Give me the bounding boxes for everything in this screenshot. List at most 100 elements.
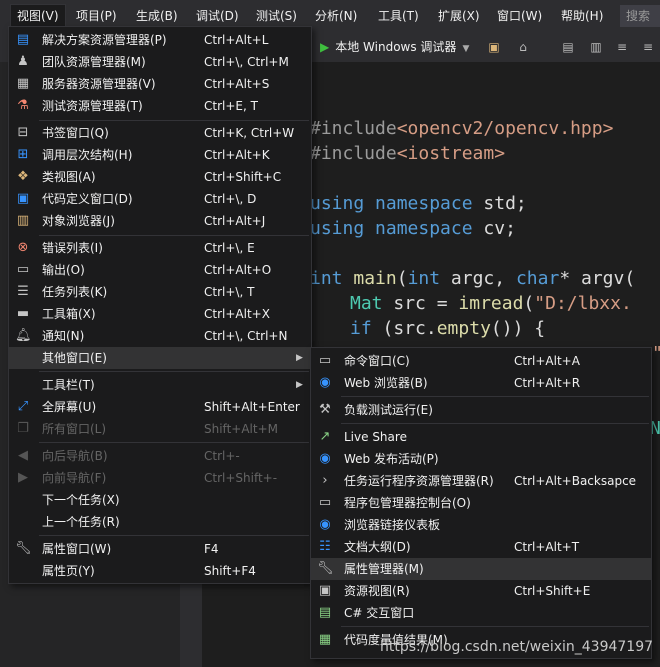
menu-item-output[interactable]: ▭ 输出(O) Ctrl+Alt+O <box>9 259 311 281</box>
menu-item-server-explorer[interactable]: ▦ 服务器资源管理器(V) Ctrl+Alt+S <box>9 73 311 95</box>
code-line: int main(int argc, char* argv( <box>310 268 636 289</box>
menu-item-notifications[interactable]: 🔔︎ 通知(N) Ctrl+\, Ctrl+N <box>9 325 311 347</box>
menu-debug[interactable]: 调试(D) <box>190 5 245 27</box>
resource-view-icon: ▣ <box>318 583 332 598</box>
menu-item-package-manager-console[interactable]: ▭ 程序包管理器控制台(O) <box>311 492 651 514</box>
menu-item-document-outline[interactable]: ☷ 文档大纲(D) Ctrl+Alt+T <box>311 536 651 558</box>
all-windows-icon: ❐ <box>17 421 29 436</box>
menu-item-solution-explorer[interactable]: ▤ 解决方案资源管理器(P) Ctrl+Alt+L <box>9 29 311 51</box>
menu-item-web-publish[interactable]: ◉ Web 发布活动(P) <box>311 448 651 470</box>
menu-item-test-explorer[interactable]: ⚗ 测试资源管理器(T) Ctrl+E, T <box>9 95 311 117</box>
menu-item-task-list[interactable]: ☰ 任务列表(K) Ctrl+\, T <box>9 281 311 303</box>
menu-separator <box>39 120 309 121</box>
menu-item-navigate-back[interactable]: ◀ 向后导航(B) Ctrl+- <box>9 445 311 467</box>
menu-test[interactable]: 测试(S) <box>250 5 303 27</box>
menu-item-class-view[interactable]: ❖ 类视图(A) Ctrl+Shift+C <box>9 166 311 188</box>
menu-item-navigate-forward[interactable]: ▶ 向前导航(F) Ctrl+Shift+- <box>9 467 311 489</box>
menu-separator <box>39 235 309 236</box>
run-target-label: 本地 Windows 调试器 <box>335 40 457 54</box>
browser-link-icon: ◉ <box>319 517 331 532</box>
menu-separator <box>39 371 309 372</box>
properties-window-icon: 🔧︎ <box>15 541 32 556</box>
menu-item-web-browser[interactable]: ◉ Web 浏览器(B) Ctrl+Alt+R <box>311 372 651 394</box>
solution-explorer-icon: ▤ <box>16 32 30 47</box>
call-hierarchy-icon: ⊞ <box>17 147 29 162</box>
load-test-icon: ⚒ <box>319 402 331 417</box>
package-manager-icon: ▭ <box>318 495 332 510</box>
menu-item-load-test-run[interactable]: ⚒ 负载测试运行(E) <box>311 399 651 421</box>
code-fragment: " <box>652 343 660 364</box>
code-line: #include<opencv2/opencv.hpp> <box>310 118 614 139</box>
comment-icon[interactable]: ≡ <box>614 39 630 55</box>
code-line: Mat src = imread("D:/lbxx. <box>350 293 632 314</box>
uncomment-icon[interactable]: ≡ <box>640 39 656 55</box>
navigate-back-icon: ◀ <box>18 448 28 463</box>
web-publish-icon: ◉ <box>319 451 331 466</box>
menu-item-bookmark-window[interactable]: ⊟ 书签窗口(Q) Ctrl+K, Ctrl+W <box>9 122 311 144</box>
menu-item-toolbox[interactable]: ▬ 工具箱(X) Ctrl+Alt+X <box>9 303 311 325</box>
menu-separator <box>341 626 649 627</box>
tool-icon[interactable]: ▥ <box>588 39 604 55</box>
error-list-icon: ⊗ <box>17 240 29 255</box>
menu-item-fullscreen[interactable]: ⤢ 全屏幕(U) Shift+Alt+Enter <box>9 396 311 418</box>
menu-item-live-share[interactable]: ↗ Live Share <box>311 426 651 448</box>
command-window-icon: ▭ <box>318 353 332 368</box>
tool-icon[interactable]: ▤ <box>560 39 576 55</box>
csharp-interactive-icon: ▤ <box>318 605 332 620</box>
live-share-icon: ↗ <box>319 429 331 444</box>
menu-analyze[interactable]: 分析(N) <box>309 5 363 27</box>
notification-icon: 🔔︎ <box>15 328 32 343</box>
menu-item-code-definition[interactable]: ▣ 代码定义窗口(D) Ctrl+\, D <box>9 188 311 210</box>
menu-item-property-pages[interactable]: 属性页(Y) Shift+F4 <box>9 560 311 582</box>
menu-project[interactable]: 项目(P) <box>70 5 123 27</box>
task-list-icon: ☰ <box>17 284 29 299</box>
code-line: #include<iostream> <box>310 143 506 164</box>
menu-item-csharp-interactive[interactable]: ▤ C# 交互窗口 <box>311 602 651 624</box>
object-browser-icon: ▥ <box>16 213 30 228</box>
menu-item-properties-window[interactable]: 🔧︎ 属性窗口(W) F4 <box>9 538 311 560</box>
menu-item-browser-link-dashboard[interactable]: ◉ 浏览器链接仪表板 <box>311 514 651 536</box>
view-menu-dropdown: ▤ 解决方案资源管理器(P) Ctrl+Alt+L ♟ 团队资源管理器(M) Ctrl+… <box>8 26 312 584</box>
menu-item-next-task[interactable]: 下一个任务(X) <box>9 489 311 511</box>
play-icon: ▶ <box>320 40 330 54</box>
chevron-down-icon[interactable]: ▼ <box>462 44 469 54</box>
menu-extensions[interactable]: 扩展(X) <box>432 5 486 27</box>
menu-item-task-runner[interactable]: › 任务运行程序资源管理器(R) Ctrl+Alt+Backsapce <box>311 470 651 492</box>
web-browser-icon: ◉ <box>319 375 331 390</box>
browse-icon[interactable]: ⌂ <box>515 39 531 55</box>
menu-item-object-browser[interactable]: ▥ 对象浏览器(J) Ctrl+Alt+J <box>9 210 311 232</box>
menu-item-call-hierarchy[interactable]: ⊞ 调用层次结构(H) Ctrl+Alt+K <box>9 144 311 166</box>
menu-item-command-window[interactable]: ▭ 命令窗口(C) Ctrl+Alt+A <box>311 350 651 372</box>
menu-view[interactable]: 视图(V) <box>10 4 66 27</box>
code-line: using namespace cv; <box>310 218 516 239</box>
menu-item-error-list[interactable]: ⊗ 错误列表(I) Ctrl+\, E <box>9 237 311 259</box>
team-explorer-icon: ♟ <box>17 54 29 69</box>
menu-item-resource-view[interactable]: ▣ 资源视图(R) Ctrl+Shift+E <box>311 580 651 602</box>
submenu-arrow-icon: ▶ <box>296 353 303 363</box>
menu-item-toolbars[interactable]: 工具栏(T) ▶ <box>9 374 311 396</box>
code-line: using namespace std; <box>310 193 527 214</box>
test-explorer-icon: ⚗ <box>17 98 29 113</box>
watermark: https://blog.csdn.net/weixin_43947197 <box>380 639 654 655</box>
menu-separator <box>39 535 309 536</box>
menu-window[interactable]: 窗口(W) <box>491 5 548 27</box>
menu-tools[interactable]: 工具(T) <box>372 5 425 27</box>
menu-help[interactable]: 帮助(H) <box>555 5 609 27</box>
fullscreen-icon: ⤢ <box>17 399 29 414</box>
menu-item-team-explorer[interactable]: ♟ 团队资源管理器(M) Ctrl+\, Ctrl+M <box>9 51 311 73</box>
output-icon: ▭ <box>16 262 30 277</box>
submenu-arrow-icon: ▶ <box>296 380 303 390</box>
attach-icon[interactable]: ▣ <box>486 39 502 55</box>
server-explorer-icon: ▦ <box>16 76 30 91</box>
menu-build[interactable]: 生成(B) <box>130 5 184 27</box>
menu-item-property-manager[interactable]: 🔧︎ 属性管理器(M) <box>311 558 651 580</box>
task-runner-icon: › <box>322 473 328 488</box>
code-line: if (src.empty()) { <box>350 318 546 339</box>
menu-item-previous-task[interactable]: 上一个任务(R) <box>9 511 311 533</box>
menu-item-all-windows[interactable]: ❐ 所有窗口(L) Shift+Alt+M <box>9 418 311 440</box>
search-box[interactable]: 搜索 <box>620 5 660 27</box>
menu-item-other-windows[interactable]: 其他窗口(E) ▶ <box>9 347 311 369</box>
start-debugging-button[interactable]: ▶ 本地 Windows 调试器 ▼ <box>320 36 469 58</box>
code-definition-icon: ▣ <box>16 191 30 206</box>
document-outline-icon: ☷ <box>319 539 331 554</box>
